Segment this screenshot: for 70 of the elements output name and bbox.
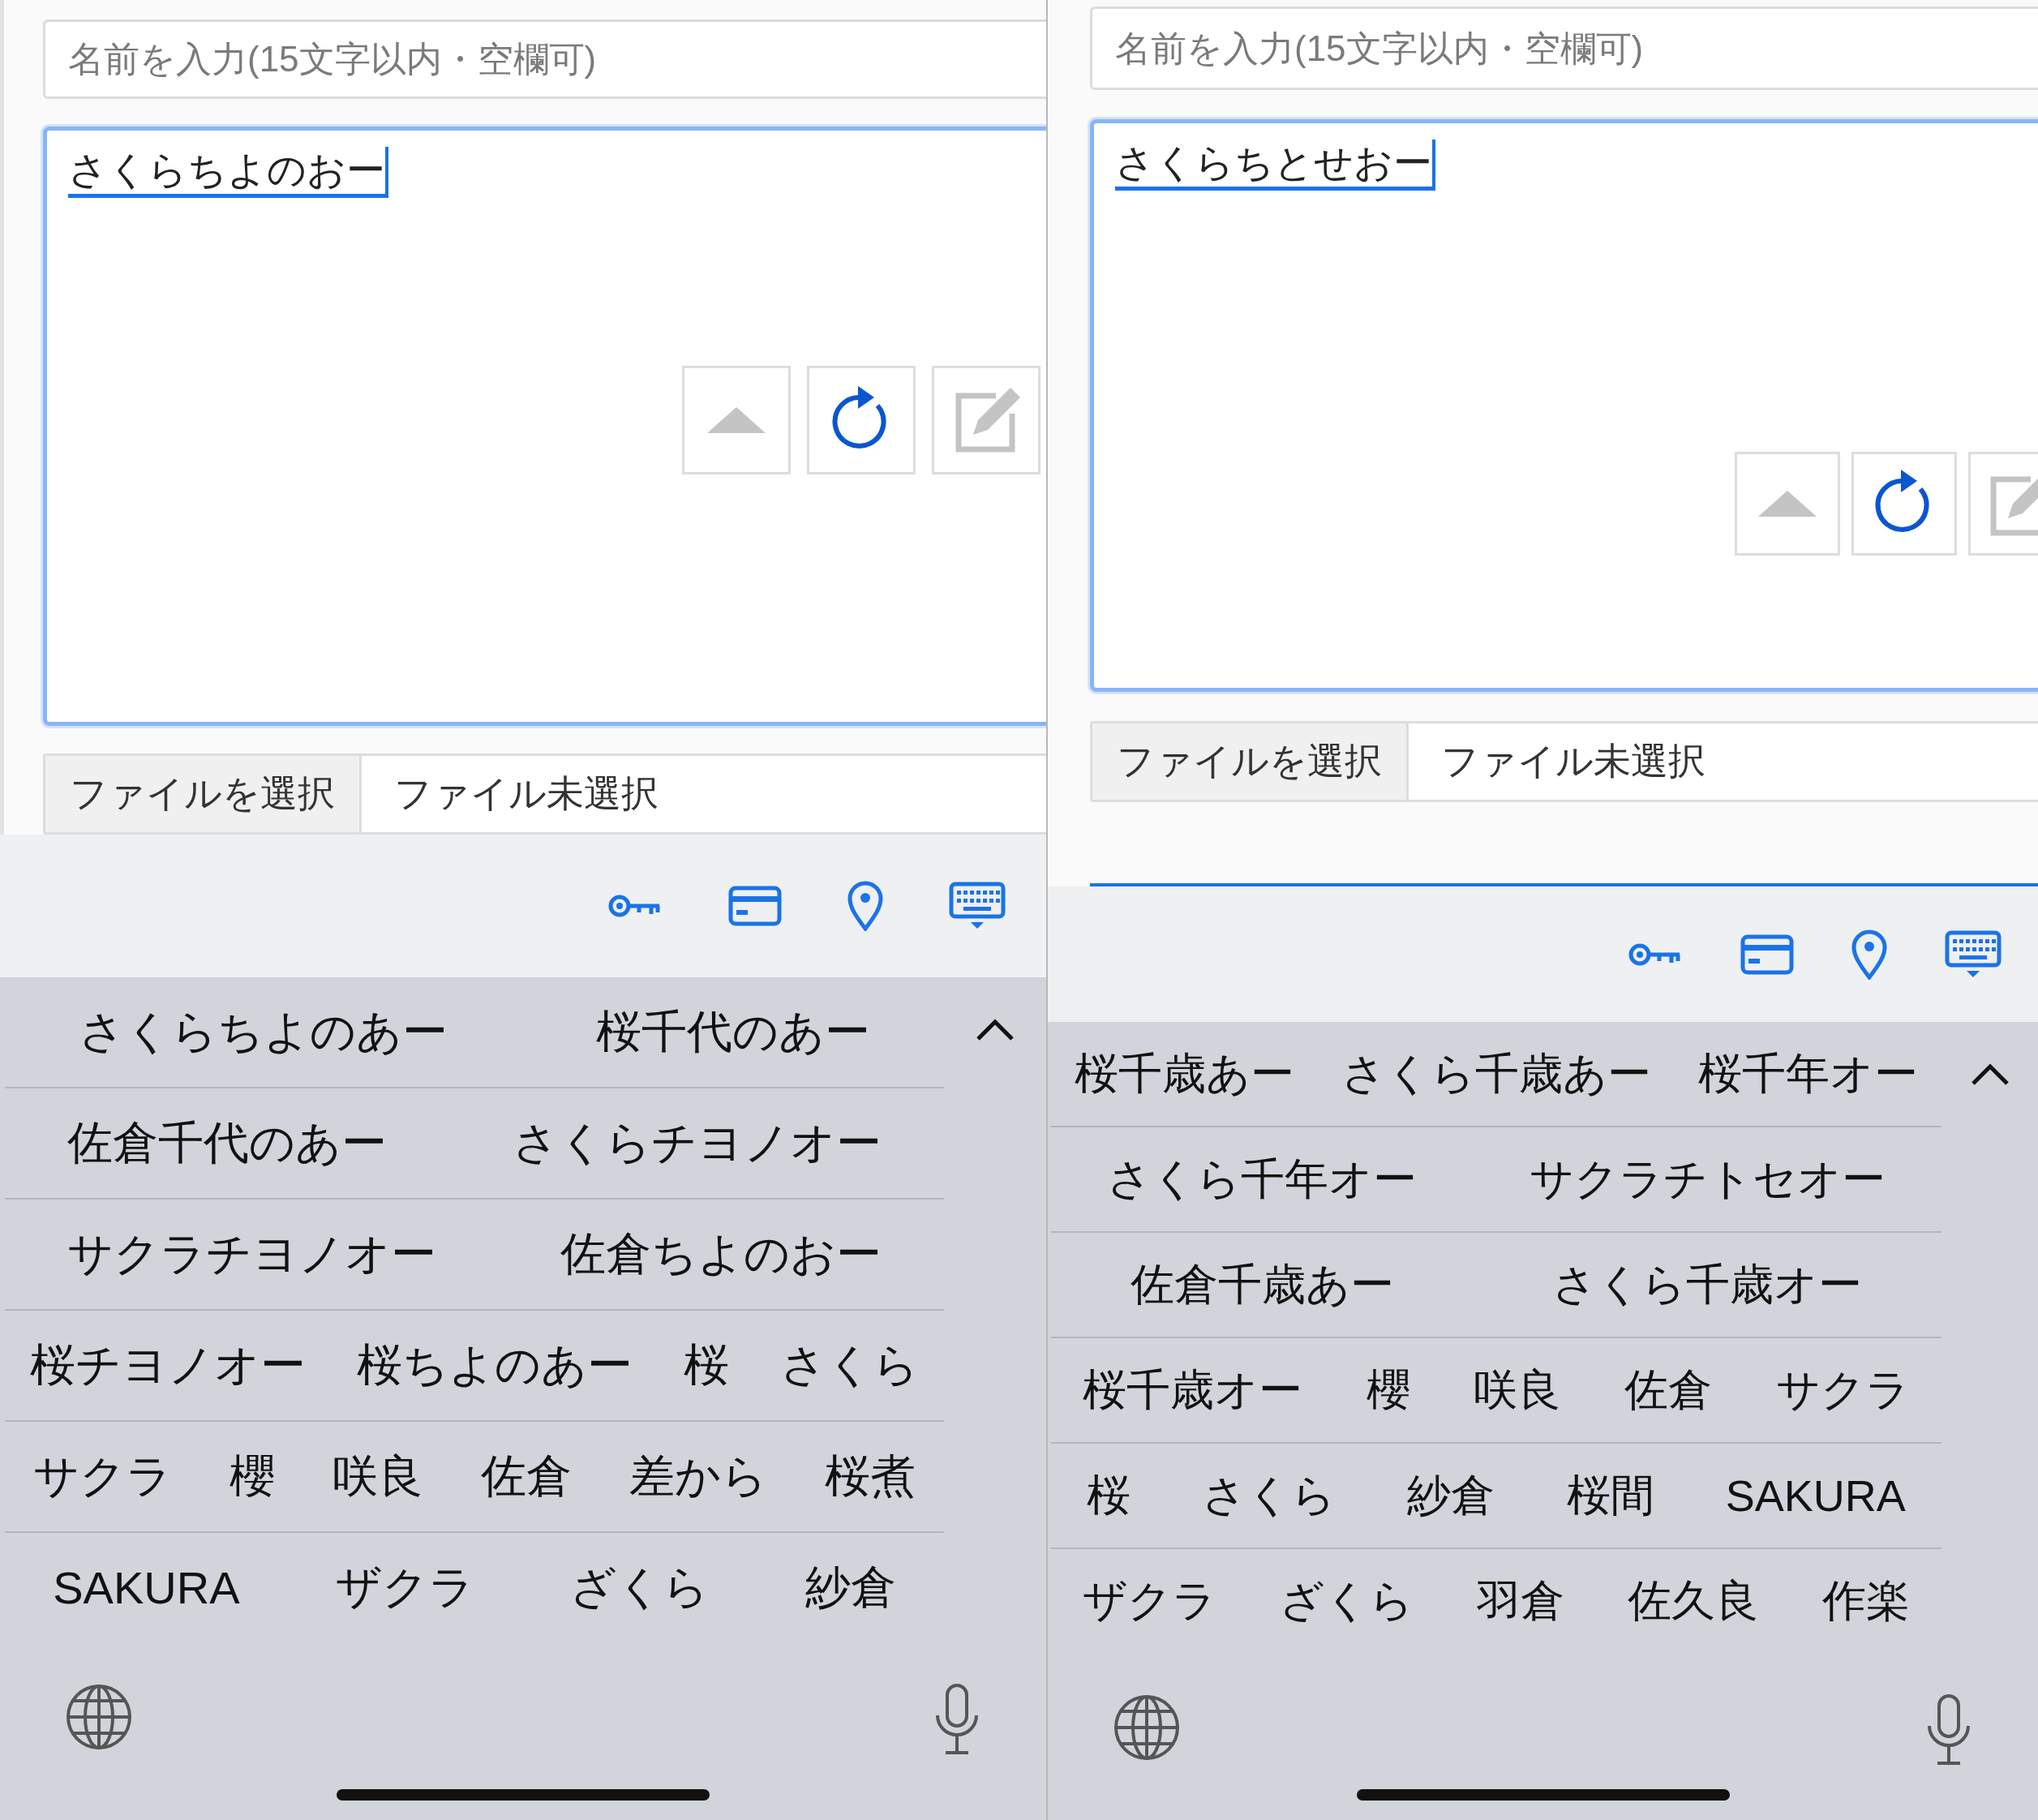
conversion-candidate[interactable]: 佐倉ちよのおー bbox=[554, 1223, 889, 1286]
conversion-candidate[interactable]: サクラ bbox=[1769, 1360, 1916, 1420]
conversion-candidate[interactable]: 櫻 bbox=[1359, 1360, 1417, 1420]
conversion-candidate[interactable]: 桜間 bbox=[1560, 1466, 1661, 1526]
conversion-candidate[interactable]: 櫻 bbox=[223, 1445, 282, 1508]
file-picker[interactable]: ファイルを選択 ファイル未選択 bbox=[43, 753, 1046, 835]
keyboard-icon bbox=[949, 882, 1006, 930]
choose-file-button[interactable]: ファイルを選択 bbox=[45, 756, 362, 832]
conversion-candidate[interactable]: さくらちよのあー bbox=[72, 1001, 455, 1063]
conversion-candidate[interactable]: さくら千歳オー bbox=[1546, 1255, 1869, 1315]
credit-card-icon bbox=[1740, 934, 1794, 975]
name-input-field[interactable]: 名前を入力(15文字以内・空欄可) bbox=[1090, 6, 2038, 91]
conversion-candidate[interactable]: ザクラ bbox=[1076, 1571, 1223, 1631]
conversion-candidate[interactable]: 紗倉 bbox=[798, 1556, 903, 1619]
file-status-text: ファイル未選択 bbox=[1440, 739, 1706, 783]
conversion-candidate[interactable]: 桜千歳あー bbox=[1068, 1044, 1301, 1104]
refresh-button[interactable] bbox=[1851, 452, 1957, 556]
conversion-candidate[interactable]: 桜チヨノオー bbox=[24, 1334, 313, 1397]
conversion-candidate[interactable]: さくら bbox=[773, 1334, 925, 1397]
conversion-candidate[interactable]: SAKURA bbox=[1718, 1470, 1912, 1521]
conversion-candidate[interactable]: サクラ bbox=[27, 1445, 179, 1508]
conversion-candidate[interactable]: さくら bbox=[1195, 1466, 1343, 1526]
name-input-field[interactable]: 名前を入力(15文字以内・空欄可) bbox=[43, 19, 1046, 99]
file-picker[interactable]: ファイルを選択 ファイル未選択 bbox=[1090, 721, 2038, 802]
toolbar-icon-button[interactable] bbox=[1945, 929, 2002, 979]
conversion-candidate[interactable]: 佐倉千代のあー bbox=[61, 1112, 394, 1174]
toolbar-icon-button[interactable] bbox=[1740, 934, 1794, 975]
credit-card-icon bbox=[728, 886, 782, 926]
conversion-candidate[interactable]: 桜煮 bbox=[817, 1445, 922, 1508]
conversion-candidate[interactable]: 羽倉 bbox=[1470, 1571, 1571, 1631]
conversion-candidate[interactable]: 佐久良 bbox=[1621, 1571, 1766, 1631]
toolbar-icon-button[interactable] bbox=[949, 882, 1006, 930]
location-pin-icon bbox=[847, 881, 884, 931]
conversion-candidate[interactable]: さくらチヨノオー bbox=[505, 1112, 888, 1174]
choose-file-button[interactable]: ファイルを選択 bbox=[1092, 723, 1409, 800]
conversion-candidate[interactable]: サクラチトセオー bbox=[1522, 1149, 1892, 1209]
conversion-candidate[interactable]: ざくら bbox=[1273, 1571, 1420, 1631]
conversion-candidate[interactable]: 差から bbox=[622, 1445, 774, 1508]
toolbar-icon-button[interactable] bbox=[847, 881, 884, 931]
conversion-candidate[interactable]: 桜千歳オー bbox=[1076, 1360, 1310, 1420]
conversion-candidate[interactable]: サクラチヨノオー bbox=[60, 1223, 443, 1286]
conversion-candidate[interactable]: 咲良 bbox=[1466, 1360, 1568, 1420]
conversion-candidate[interactable]: ざくら bbox=[564, 1556, 716, 1619]
conversion-candidate[interactable]: 佐倉 bbox=[474, 1445, 578, 1508]
conversion-candidate[interactable]: 桜 bbox=[1080, 1466, 1138, 1526]
conversion-candidate[interactable]: ザクラ bbox=[328, 1556, 481, 1619]
conversion-candidate[interactable]: 桜ちよのあー bbox=[350, 1334, 640, 1397]
composing-text: さくらちとせおー bbox=[1115, 140, 1435, 191]
conversion-candidate[interactable]: 佐倉千歳あー bbox=[1123, 1255, 1401, 1315]
conversion-candidate[interactable]: さくら千歳あー bbox=[1335, 1044, 1658, 1104]
globe-icon[interactable] bbox=[65, 1683, 133, 1751]
conversion-candidate[interactable]: 桜千年オー bbox=[1692, 1044, 1924, 1104]
toolbar-icon-button[interactable] bbox=[728, 886, 782, 926]
refresh-button[interactable] bbox=[807, 366, 916, 474]
conversion-candidate[interactable]: 桜 bbox=[676, 1334, 736, 1397]
toolbar-icon-button[interactable] bbox=[1851, 929, 1888, 980]
text-area-field[interactable]: さくらちとせおー bbox=[1090, 119, 2038, 692]
conversion-candidate[interactable]: SAKURA bbox=[46, 1561, 247, 1614]
conversion-candidate[interactable]: 作楽 bbox=[1816, 1571, 1916, 1631]
file-status-text: ファイル未選択 bbox=[393, 771, 659, 816]
conversion-candidate[interactable]: 咲良 bbox=[326, 1445, 431, 1508]
composing-text: さくらちよのおー bbox=[68, 147, 388, 198]
conversion-candidate[interactable]: 紗倉 bbox=[1401, 1466, 1502, 1526]
location-pin-icon bbox=[1851, 929, 1888, 980]
conversion-candidate[interactable]: さくら千年オー bbox=[1101, 1149, 1424, 1209]
globe-icon[interactable] bbox=[1113, 1693, 1181, 1762]
keyboard-icon bbox=[1945, 929, 2002, 979]
text-area-field[interactable]: さくらちよのおー bbox=[43, 127, 1046, 726]
conversion-candidate[interactable]: 桜千代のあー bbox=[589, 1001, 877, 1063]
conversion-candidate[interactable]: 佐倉 bbox=[1618, 1360, 1719, 1420]
